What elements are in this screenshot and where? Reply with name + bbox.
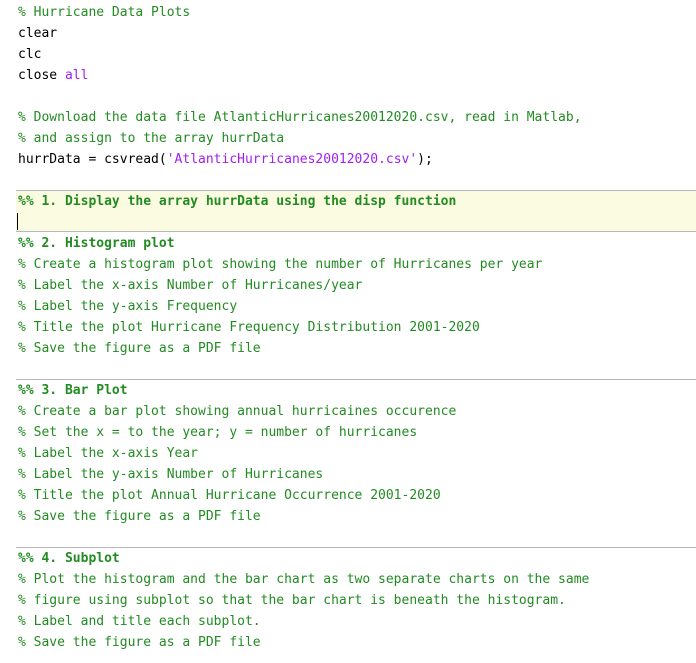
code-line-1[interactable]: % Hurricane Data Plots [18, 2, 190, 23]
code-line-2[interactable]: clear [18, 23, 57, 44]
cell-title-3[interactable]: %% 3. Bar Plot [18, 380, 128, 401]
text-cursor [17, 213, 18, 230]
code-line-30[interactable]: % Label and title each subplot. [18, 611, 261, 632]
all-argument: all [64, 68, 89, 83]
code-line-20[interactable]: % Create a bar plot showing annual hurri… [18, 401, 456, 422]
code-line-4[interactable]: close all [18, 65, 88, 86]
code-line-6[interactable]: % Download the data file AtlanticHurrica… [18, 107, 582, 128]
code-line-22[interactable]: % Label the x-axis Year [18, 443, 198, 464]
code-line-23[interactable]: % Label the y-axis Number of Hurricanes [18, 464, 323, 485]
code-line-8[interactable]: hurrData = csvread('AtlanticHurricanes20… [18, 149, 433, 170]
cell-title-1[interactable]: %% 1. Display the array hurrData using t… [18, 191, 456, 212]
code-line-17[interactable]: % Save the figure as a PDF file [18, 338, 261, 359]
code-line-13[interactable]: % Create a histogram plot showing the nu… [18, 254, 542, 275]
code-line-7[interactable]: % and assign to the array hurrData [18, 128, 284, 149]
code-line-16[interactable]: % Title the plot Hurricane Frequency Dis… [18, 317, 480, 338]
code-line-3[interactable]: clc [18, 44, 41, 65]
code-line-14[interactable]: % Label the x-axis Number of Hurricanes/… [18, 275, 362, 296]
code-editor[interactable]: % Hurricane Data Plots clear clc close a… [0, 0, 696, 663]
call-close: ); [417, 152, 433, 167]
code-line-21[interactable]: % Set the x = to the year; y = number of… [18, 422, 417, 443]
code-line-24[interactable]: % Title the plot Annual Hurricane Occurr… [18, 485, 441, 506]
code-line-28[interactable]: % Plot the histogram and the bar chart a… [18, 569, 589, 590]
code-line-31[interactable]: % Save the figure as a PDF file [18, 632, 261, 653]
close-keyword: close [18, 68, 65, 83]
code-line-15[interactable]: % Label the y-axis Frequency [18, 296, 237, 317]
code-line-29[interactable]: % figure using subplot so that the bar c… [18, 590, 566, 611]
cell-title-4[interactable]: %% 4. Subplot [18, 548, 120, 569]
cell-title-2[interactable]: %% 2. Histogram plot [18, 233, 175, 254]
csvread-call: hurrData = csvread( [18, 152, 167, 167]
code-line-25[interactable]: % Save the figure as a PDF file [18, 506, 261, 527]
csv-filename-string: 'AtlanticHurricanes20012020.csv' [166, 152, 418, 167]
